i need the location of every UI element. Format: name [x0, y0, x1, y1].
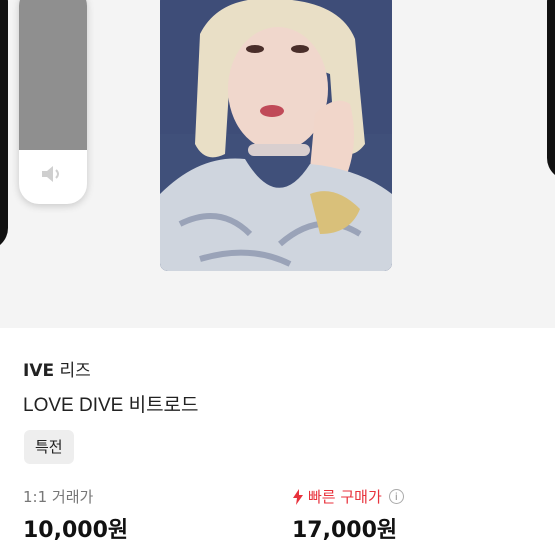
fast-buy-label-row[interactable]: 빠른 구매가 i	[292, 486, 404, 507]
member-name: 리즈	[59, 361, 91, 381]
brand-line[interactable]: IVE 리즈	[23, 356, 91, 381]
speaker-icon	[42, 166, 59, 182]
product-title: LOVE DIVE 비트로드	[23, 395, 199, 416]
fast-buy-price: 17,000원	[292, 518, 398, 543]
screen-edge-left	[0, 0, 8, 250]
volume-level-fill	[19, 0, 87, 150]
lightning-icon	[293, 488, 303, 505]
one-to-one-price: 10,000원	[23, 518, 129, 543]
product-image-area[interactable]	[0, 0, 555, 328]
fast-buy-label: 빠른 구매가	[308, 488, 382, 506]
info-icon[interactable]: i	[388, 489, 404, 504]
tag-badge[interactable]: 특전	[24, 430, 74, 464]
volume-overlay[interactable]	[19, 0, 87, 204]
product-photo	[160, 0, 392, 271]
one-to-one-price-label: 1:1 거래가	[23, 488, 94, 506]
product-info: IVE 리즈 LOVE DIVE 비트로드 특전 1:1 거래가 빠른 구매가 …	[0, 328, 555, 555]
screen-edge-right	[547, 0, 555, 180]
brand-name[interactable]: IVE	[23, 361, 54, 381]
